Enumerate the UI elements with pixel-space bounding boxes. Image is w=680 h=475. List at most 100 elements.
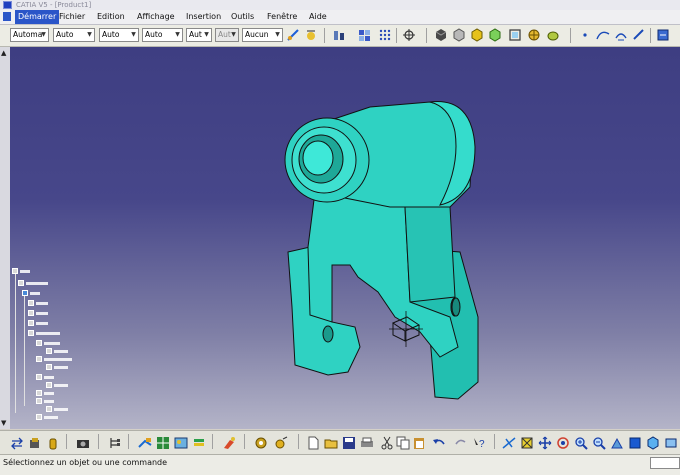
tree-node[interactable] <box>18 280 48 286</box>
zoom-in-icon[interactable] <box>574 436 588 450</box>
layer-combo[interactable]: Aut ▼ <box>215 28 239 42</box>
menu-insertion[interactable]: Insertion <box>186 10 221 24</box>
rendering-combo[interactable]: Aucun ▼ <box>242 28 283 42</box>
swap-icon[interactable] <box>10 436 24 450</box>
chevron-down-icon: ▼ <box>275 31 280 38</box>
cube-yellow-icon[interactable] <box>470 28 484 42</box>
curve-icon[interactable] <box>596 28 610 42</box>
tree-node-root[interactable] <box>12 268 30 274</box>
layer-combo-value: Aut <box>218 30 231 39</box>
dot-icon[interactable] <box>578 28 592 42</box>
grid-image-icon[interactable] <box>156 436 170 450</box>
redo-icon[interactable] <box>454 436 468 450</box>
menu-affichage[interactable]: Affichage <box>137 10 175 24</box>
part-selected-icon <box>22 290 28 296</box>
tree-node[interactable] <box>36 340 60 346</box>
tree-node[interactable] <box>46 364 68 370</box>
tree-node[interactable] <box>28 320 48 326</box>
ball-icon[interactable] <box>304 28 318 42</box>
tree-node[interactable] <box>36 390 54 396</box>
axis-compass-icon[interactable] <box>385 309 425 349</box>
tree-node[interactable] <box>36 374 54 380</box>
paint-icon[interactable] <box>222 436 236 450</box>
pan-icon[interactable] <box>538 436 552 450</box>
paste-icon[interactable] <box>412 436 426 450</box>
camera-icon[interactable] <box>76 436 90 450</box>
new-sketch-icon[interactable] <box>286 28 300 42</box>
shading-icon[interactable] <box>646 436 660 450</box>
command-input[interactable] <box>650 457 680 469</box>
bottle-icon[interactable] <box>46 436 60 450</box>
iso-view-icon[interactable] <box>628 436 642 450</box>
open-file-icon[interactable] <box>324 436 338 450</box>
multi-view-icon[interactable] <box>358 28 372 42</box>
copy-icon[interactable] <box>396 436 410 450</box>
menu-outils[interactable]: Outils <box>231 10 254 24</box>
grid-icon[interactable] <box>378 28 392 42</box>
font-combo[interactable]: Automa ▼ <box>10 28 49 42</box>
gear-gold-icon[interactable] <box>274 436 288 450</box>
part-model[interactable] <box>10 47 680 429</box>
fit-all-icon[interactable] <box>520 436 534 450</box>
tree-icon[interactable] <box>108 436 122 450</box>
measure-icon[interactable] <box>656 28 670 42</box>
tree-node[interactable] <box>22 290 40 296</box>
tree-node[interactable] <box>36 398 54 404</box>
tree-node[interactable] <box>36 414 58 420</box>
cut-icon[interactable] <box>380 436 394 450</box>
point-type-combo[interactable]: Aut ▼ <box>186 28 212 42</box>
specification-tree[interactable] <box>12 268 92 428</box>
help-icon[interactable]: ? <box>472 436 486 450</box>
sketch-icon <box>46 406 52 412</box>
globe-icon[interactable] <box>527 28 541 42</box>
menu-aide[interactable]: Aide <box>309 10 327 24</box>
tree-node[interactable] <box>28 300 48 306</box>
ruler-icon[interactable] <box>632 28 646 42</box>
cube-frame-icon[interactable] <box>488 28 502 42</box>
tree-node[interactable] <box>28 310 48 316</box>
size-combo-value: Auto <box>56 30 74 39</box>
spring-icon[interactable] <box>332 28 346 42</box>
scroll-down-icon[interactable]: ▼ <box>1 419 6 427</box>
line-thickness-combo[interactable]: Auto ▼ <box>142 28 183 42</box>
scroll-up-icon[interactable]: ▲ <box>1 49 6 57</box>
fly-icon[interactable] <box>502 436 516 450</box>
line-type-combo[interactable]: Auto ▼ <box>99 28 139 42</box>
arc-icon[interactable] <box>614 28 628 42</box>
menu-fichier[interactable]: Fichier <box>59 10 85 24</box>
hide-show-icon[interactable] <box>664 436 678 450</box>
chevron-down-icon: ▼ <box>131 31 136 38</box>
tree-label <box>36 331 60 335</box>
frame-icon[interactable] <box>508 28 522 42</box>
rotate-icon[interactable] <box>556 436 570 450</box>
save-icon[interactable] <box>342 436 356 450</box>
tree-node[interactable] <box>46 382 68 388</box>
window-menu-icon[interactable] <box>3 12 11 21</box>
tree-label <box>44 391 54 395</box>
undo-icon[interactable] <box>432 436 446 450</box>
cube-silver-icon[interactable] <box>452 28 466 42</box>
3d-viewport[interactable] <box>10 47 680 429</box>
chevron-down-icon: ▼ <box>87 31 92 38</box>
cube-dark-icon[interactable] <box>434 28 448 42</box>
gear-icon[interactable] <box>254 436 268 450</box>
tree-node[interactable] <box>46 348 68 354</box>
zoom-out-icon[interactable] <box>592 436 606 450</box>
print-icon[interactable] <box>360 436 374 450</box>
new-file-icon[interactable] <box>306 436 320 450</box>
tree-node[interactable] <box>28 330 60 336</box>
menu-fenetre[interactable]: Fenêtre <box>267 10 297 24</box>
tree-node[interactable] <box>46 406 68 412</box>
tree-node[interactable] <box>36 356 72 362</box>
stack-icon[interactable] <box>192 436 206 450</box>
image-frame-icon[interactable] <box>174 436 188 450</box>
menu-edition[interactable]: Edition <box>97 10 125 24</box>
menu-demarrer[interactable]: Démarrer <box>15 10 60 24</box>
catalog-icon[interactable] <box>138 436 152 450</box>
cube-green-icon[interactable] <box>546 28 560 42</box>
compass-target-icon[interactable] <box>402 28 416 42</box>
size-combo[interactable]: Auto ▼ <box>53 28 95 42</box>
normal-view-icon[interactable] <box>610 436 624 450</box>
product-icon[interactable] <box>28 436 42 450</box>
plane-icon <box>28 320 34 326</box>
